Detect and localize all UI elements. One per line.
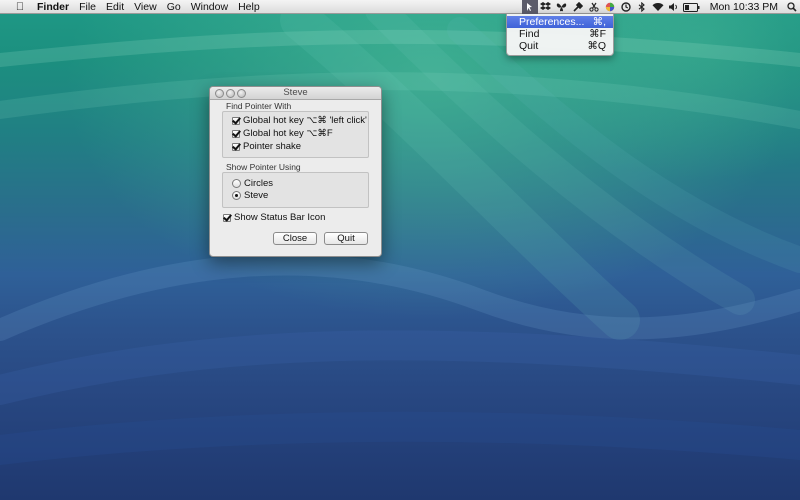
menu-window[interactable]: Window xyxy=(186,0,233,14)
checkbox-row-status-bar-icon[interactable]: Show Status Bar Icon xyxy=(223,212,325,223)
tool-icon[interactable] xyxy=(570,0,586,14)
find-group-label: Find Pointer With xyxy=(226,101,292,111)
checkbox-label: Global hot key ⌥⌘ 'left click' xyxy=(243,115,367,126)
dropbox-icon[interactable] xyxy=(538,0,554,14)
wifi-icon[interactable] xyxy=(650,0,666,14)
checkbox-hotkey-click[interactable] xyxy=(232,116,240,125)
menu-edit[interactable]: Edit xyxy=(101,0,129,14)
checkbox-hotkey-f[interactable] xyxy=(232,129,240,138)
quit-button[interactable]: Quit xyxy=(324,232,368,245)
spotlight-icon[interactable] xyxy=(784,0,800,14)
radio-label: Circles xyxy=(244,178,274,189)
butterfly-icon[interactable] xyxy=(554,0,570,14)
checkbox-label: Pointer shake xyxy=(243,141,302,152)
menu-clock[interactable]: Mon 10:33 PM xyxy=(702,1,784,13)
desktop-wallpaper xyxy=(0,0,800,465)
radio-steve[interactable] xyxy=(232,191,241,200)
checkbox-row-hotkey-click[interactable]: Global hot key ⌥⌘ 'left click' xyxy=(232,115,367,126)
window-title: Steve xyxy=(283,87,308,98)
checkbox-row-hotkey-f[interactable]: Global hot key ⌥⌘F xyxy=(232,128,333,139)
radio-row-steve[interactable]: Steve xyxy=(232,190,268,201)
checkbox-label: Show Status Bar Icon xyxy=(234,212,326,223)
show-group-label: Show Pointer Using xyxy=(226,162,301,172)
steve-status-icon[interactable] xyxy=(521,0,538,14)
clock-icon[interactable] xyxy=(618,0,634,14)
battery-icon[interactable] xyxy=(682,0,702,14)
menu-item-quit[interactable]: Quit ⌘Q xyxy=(507,40,613,52)
window-zoom-icon[interactable] xyxy=(237,89,246,98)
checkbox-row-pointer-shake[interactable]: Pointer shake xyxy=(232,141,301,152)
menu-bar:  Finder File Edit View Go Window Help xyxy=(0,0,800,14)
apple-icon[interactable]:  xyxy=(8,0,32,14)
menu-app-name[interactable]: Finder xyxy=(32,0,74,14)
radio-label: Steve xyxy=(244,190,269,201)
menu-item-find[interactable]: Find ⌘F xyxy=(507,28,613,40)
radio-circles[interactable] xyxy=(232,179,241,188)
colorwheel-icon[interactable] xyxy=(602,0,618,14)
radio-row-circles[interactable]: Circles xyxy=(232,178,273,189)
menu-item-label: Quit xyxy=(519,40,539,52)
volume-icon[interactable] xyxy=(666,0,682,14)
scissors-icon[interactable] xyxy=(586,0,602,14)
status-menu-dropdown: Preferences... ⌘, Find ⌘F Quit ⌘Q xyxy=(506,14,614,56)
window-titlebar[interactable]: Steve xyxy=(210,87,381,100)
window-close-icon[interactable] xyxy=(215,89,224,98)
menu-item-shortcut: ⌘F xyxy=(589,28,606,40)
preferences-window: Steve Find Pointer With Global hot key ⌥… xyxy=(209,86,382,257)
checkbox-label: Global hot key ⌥⌘F xyxy=(243,128,333,139)
menu-item-label: Preferences... xyxy=(519,16,585,28)
checkbox-pointer-shake[interactable] xyxy=(232,142,240,151)
window-minimize-icon[interactable] xyxy=(226,89,235,98)
menu-item-preferences[interactable]: Preferences... ⌘, xyxy=(507,16,613,28)
menu-item-shortcut: ⌘, xyxy=(592,16,606,28)
menu-go[interactable]: Go xyxy=(162,0,186,14)
status-area: Mon 10:33 PM xyxy=(521,0,800,14)
bluetooth-icon[interactable] xyxy=(634,0,650,14)
menu-help[interactable]: Help xyxy=(233,0,265,14)
menu-item-shortcut: ⌘Q xyxy=(587,40,606,52)
close-button[interactable]: Close xyxy=(273,232,317,245)
menu-view[interactable]: View xyxy=(129,0,162,14)
menu-file[interactable]: File xyxy=(74,0,101,14)
checkbox-status-bar-icon[interactable] xyxy=(223,213,231,222)
menu-item-label: Find xyxy=(519,28,540,40)
